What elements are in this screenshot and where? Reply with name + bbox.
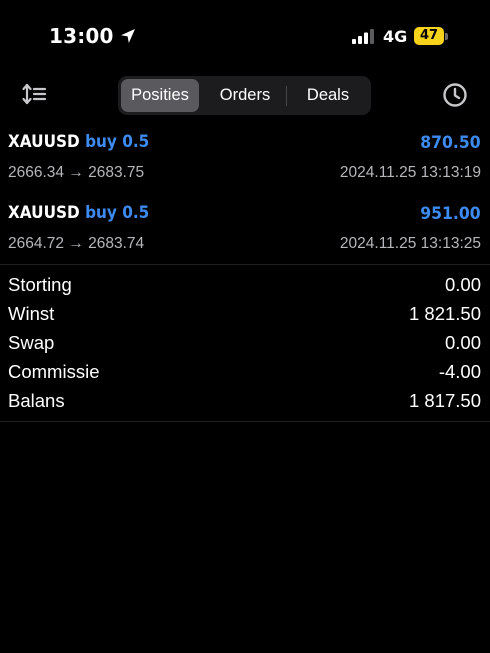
summary-label: Balans [8, 390, 65, 411]
toolbar: Posities Orders Deals [0, 72, 490, 118]
position-profit: 951.00 [420, 204, 481, 224]
battery-icon: 47 [414, 27, 448, 46]
divider [0, 264, 490, 265]
summary-value: 1 821.50 [408, 303, 481, 324]
location-arrow-icon [120, 28, 136, 44]
network-type: 4G [383, 27, 408, 46]
position-profit: 870.50 [420, 133, 481, 153]
tab-control: Posities Orders Deals [118, 76, 371, 115]
tab-posities[interactable]: Posities [121, 79, 199, 112]
summary-row-storting: Storting 0.00 [0, 274, 490, 303]
position-row[interactable]: XAUUSD buy 0.5 870.50 2666.34 → 2683.75 … [0, 128, 490, 194]
sort-order-icon[interactable] [20, 82, 50, 108]
symbol-name: XAUUSD [8, 203, 80, 223]
battery-level: 47 [419, 28, 439, 43]
position-datetime: 2024.11.25 13:13:19 [339, 164, 481, 181]
summary-label: Winst [8, 303, 55, 324]
symbol-name: XAUUSD [8, 132, 80, 152]
battery-body: 47 [414, 27, 444, 45]
trade-type: buy 0.5 [85, 203, 150, 223]
position-symbol: XAUUSD buy 0.5 [8, 203, 149, 223]
summary-label: Swap [8, 332, 55, 353]
tab-divider [286, 86, 287, 106]
summary-value: 0.00 [444, 332, 481, 353]
summary-value: 0.00 [444, 274, 481, 295]
clock-history-icon[interactable] [442, 82, 468, 108]
summary-value: 1 817.50 [408, 390, 481, 411]
summary-row-winst: Winst 1 821.50 [0, 303, 490, 332]
summary-label: Storting [8, 274, 72, 295]
position-symbol: XAUUSD buy 0.5 [8, 132, 149, 152]
cellular-signal-icon [352, 29, 376, 44]
position-row[interactable]: XAUUSD buy 0.5 951.00 2664.72 → 2683.74 … [0, 199, 490, 265]
tab-orders[interactable]: Orders [206, 79, 284, 112]
tab-deals[interactable]: Deals [289, 79, 367, 112]
position-prices: 2664.72 → 2683.74 [8, 235, 145, 252]
summary-row-balans: Balans 1 817.50 [0, 390, 490, 419]
trade-type: buy 0.5 [85, 132, 150, 152]
summary-row-commissie: Commissie -4.00 [0, 361, 490, 390]
summary-value: -4.00 [438, 361, 481, 382]
divider [0, 421, 490, 422]
status-bar: 13:00 4G 47 [0, 0, 490, 70]
summary-row-swap: Swap 0.00 [0, 332, 490, 361]
summary-label: Commissie [8, 361, 100, 382]
time-group: 13:00 [49, 24, 136, 48]
position-prices: 2666.34 → 2683.75 [8, 164, 145, 181]
status-time: 13:00 [49, 24, 114, 48]
position-datetime: 2024.11.25 13:13:25 [339, 235, 481, 252]
battery-tip [445, 33, 448, 40]
